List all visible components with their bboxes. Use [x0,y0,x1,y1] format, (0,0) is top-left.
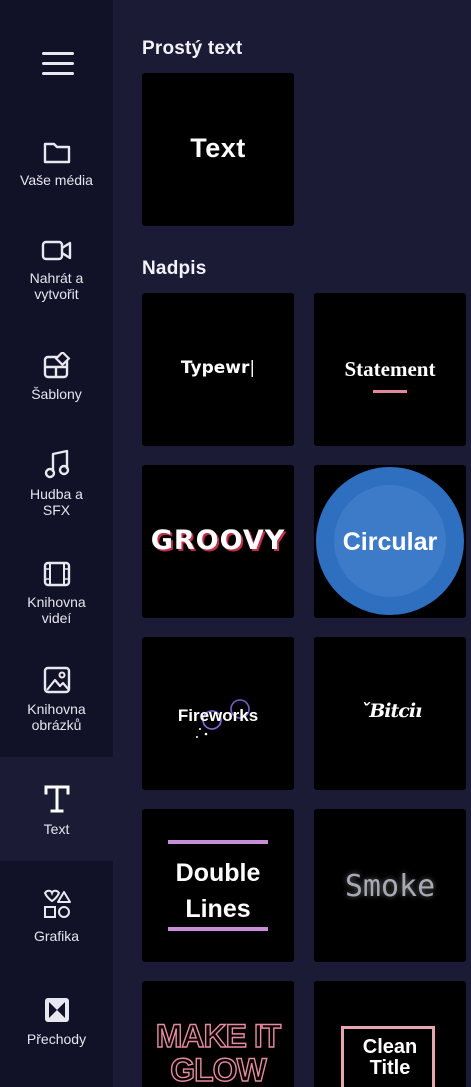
sidebar-item-image-library[interactable]: Knihovna obrázků [0,665,113,750]
sidebar-item-label: Šablony [31,386,82,402]
text-icon [44,785,69,813]
text-style-tile-fireworks[interactable]: Fireworks [142,637,294,790]
text-style-tile-make-it-glow[interactable]: MAKE IT GLOW [142,981,294,1087]
film-icon [43,561,70,587]
text-style-tile-circular[interactable]: Circular [314,465,466,618]
tile-label: GROOVY [150,525,286,556]
tile-label: Circular [342,528,438,556]
text-style-tile-bitcoin[interactable]: ˇBitciı [314,637,466,790]
tile-label: ˇBitciı [360,700,423,722]
sidebar-item-graphics[interactable]: Grafika [0,888,113,958]
sidebar-item-label: Vaše média [20,172,93,188]
sidebar-item-label: Přechody [26,1031,87,1047]
text-style-tile-typewriter[interactable]: Typewr| [142,293,294,446]
image-icon [43,666,70,694]
statement-underline [373,390,407,393]
double-lines-bottom-line [168,927,268,931]
sidebar-item-label: Text [43,821,70,837]
tile-label: Text [190,133,246,163]
sidebar-item-video-library[interactable]: Knihovna videí [0,560,113,640]
text-style-tile-smoke[interactable]: Smoke [314,809,466,962]
sidebar-item-label: Nahrát a vytvořit [29,270,84,302]
text-style-tile-statement[interactable]: Statement [314,293,466,446]
tile-label: Typewr| [180,358,256,378]
text-style-tile-clean-title[interactable]: Clean Title [314,981,466,1087]
sidebar-item-label: Hudba a SFX [30,486,83,518]
section-title-plain-text: Prostý text [142,38,243,59]
text-style-tile-double-lines[interactable]: Double Lines [142,809,294,962]
video-camera-icon [41,240,71,261]
section-title-heading: Nadpis [142,258,207,279]
text-style-tile-plain[interactable]: Text [142,73,294,226]
sidebar-item-text[interactable]: Text [0,757,113,861]
text-style-tile-groovy[interactable]: GROOVY [142,465,294,618]
sidebar-item-templates[interactable]: Šablony [0,352,113,422]
tile-label: Statement [344,357,436,381]
sidebar-item-label: Knihovna videí [27,594,86,626]
sidebar-item-record-create[interactable]: Nahrát a vytvořit [0,238,113,318]
tile-label: MAKE IT GLOW [155,1018,282,1087]
shapes-icon [43,889,71,918]
sidebar-item-your-media[interactable]: Vaše média [0,140,113,210]
tile-label: Fireworks [177,706,259,725]
transitions-icon [44,998,69,1022]
music-note-icon [44,449,69,479]
tile-label: Smoke [344,869,436,904]
folder-icon [43,142,70,164]
double-lines-top-line [168,840,268,844]
tile-label: Clean Title [362,1036,418,1079]
sidebar-item-label: Knihovna obrázků [27,701,86,733]
sidebar: Vaše média Nahrát a vytvořit Šablony Hud… [0,0,113,1087]
templates-icon [43,352,70,379]
sidebar-item-transitions[interactable]: Přechody [0,995,113,1065]
hamburger-menu-icon[interactable] [42,52,74,76]
tile-label: Double Lines [175,859,261,923]
sidebar-item-label: Grafika [33,928,80,944]
sidebar-item-music-sfx[interactable]: Hudba a SFX [0,448,113,530]
